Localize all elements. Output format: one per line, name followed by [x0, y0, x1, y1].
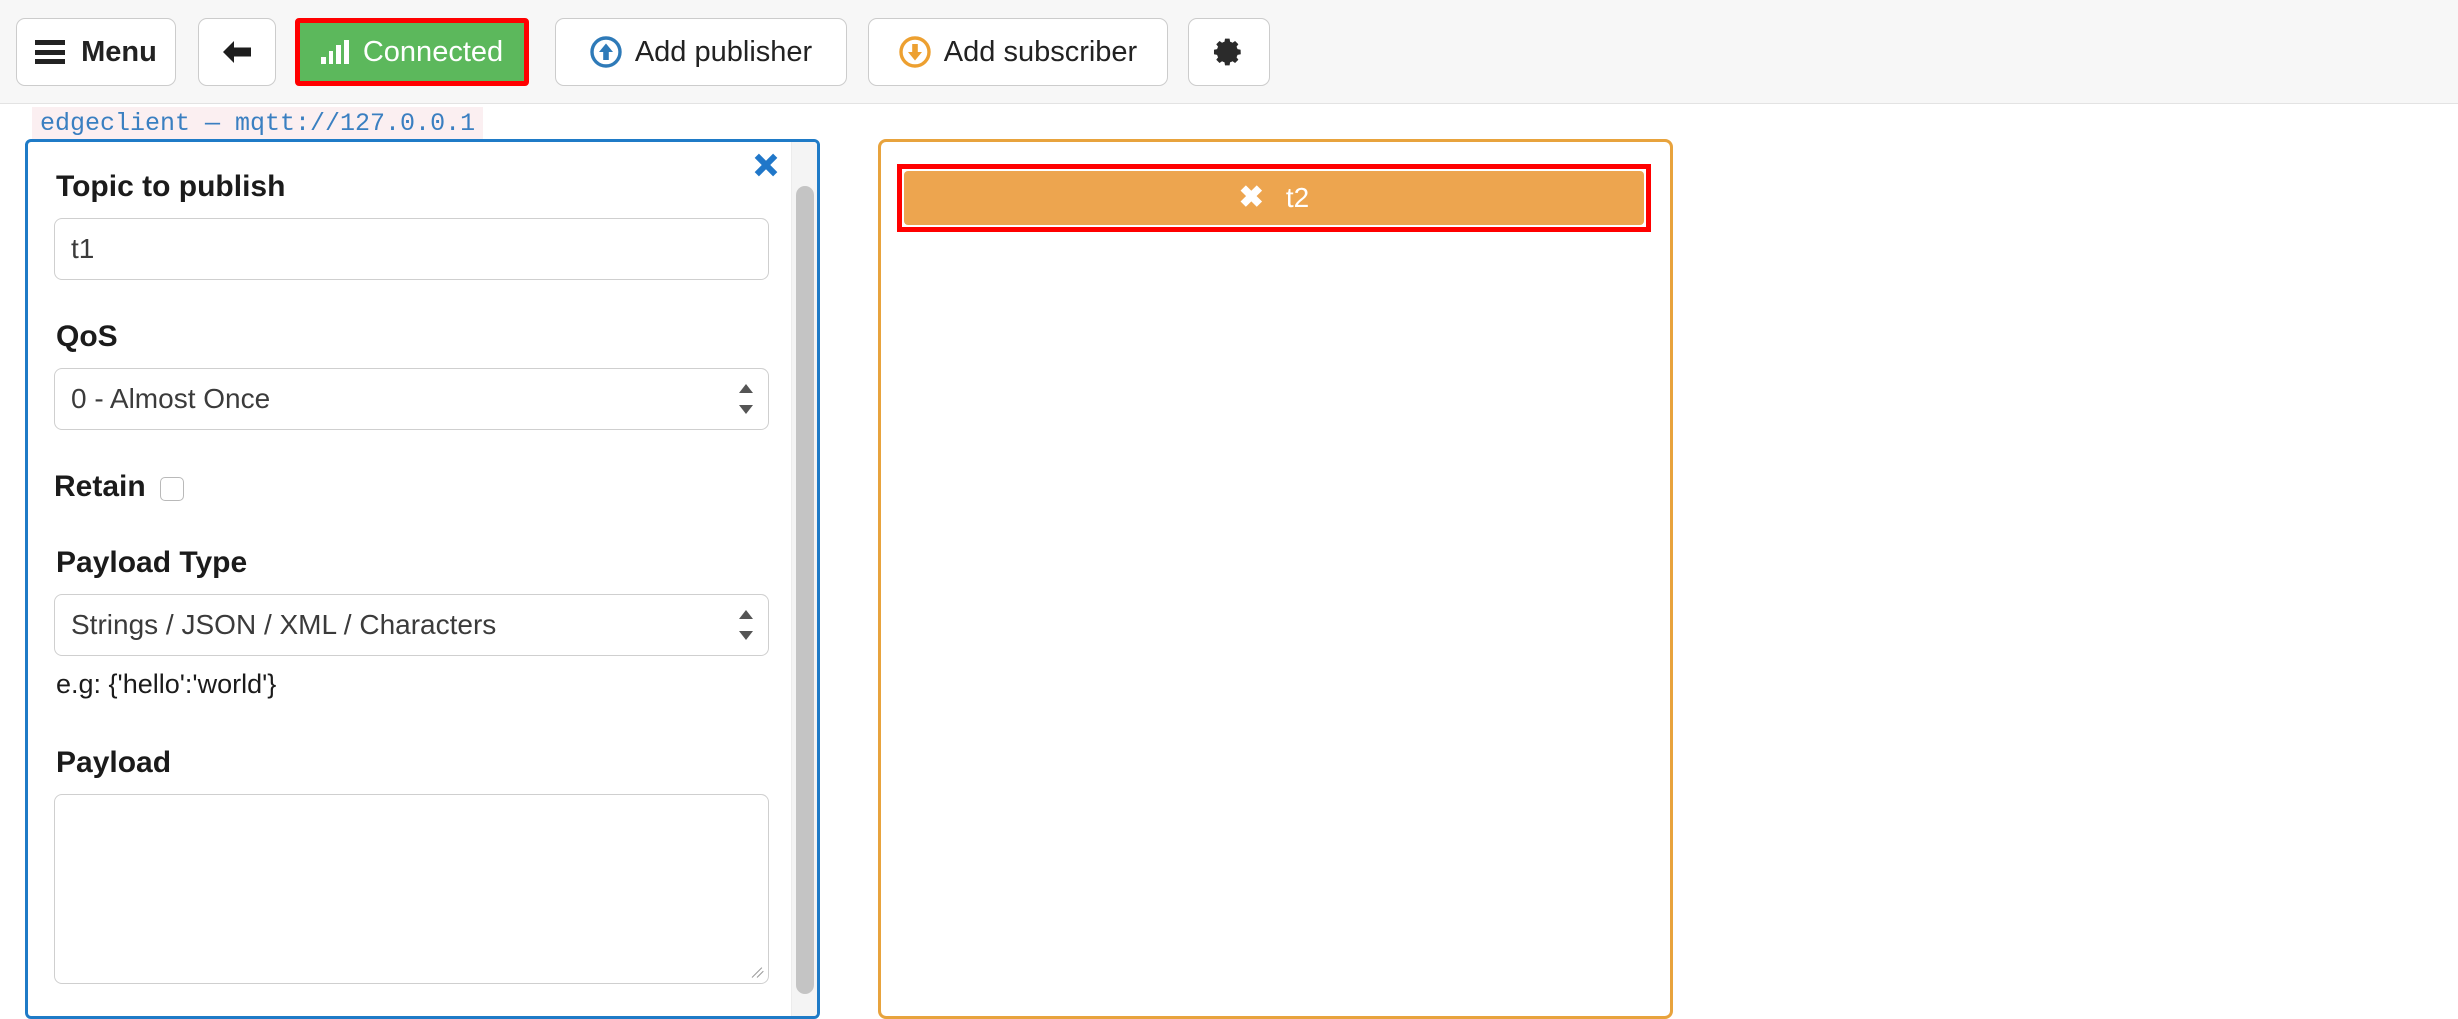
payload-type-hint: e.g: {'hello':'world'} [56, 669, 277, 699]
publisher-panel: Topic to publish QoS 0 - Almost Once Ret… [25, 139, 820, 1019]
subscriber-topic-highlight: ✖ t2 [897, 164, 1651, 232]
chevron-updown-icon [739, 609, 753, 641]
signal-bars-icon [320, 40, 349, 64]
retain-checkbox[interactable] [159, 477, 184, 501]
gear-icon [1213, 38, 1241, 66]
topic-field-group: Topic to publish [54, 170, 769, 280]
resize-handle-icon [751, 966, 765, 980]
qos-field-group: QoS 0 - Almost Once [54, 320, 769, 430]
add-subscriber-button[interactable]: Add subscriber [868, 18, 1168, 86]
payload-type-select-value: Strings / JSON / XML / Characters [71, 609, 497, 640]
add-publisher-label: Add publisher [634, 35, 813, 68]
connection-uri-label: edgeclient — mqtt://127.0.0.1 [32, 107, 484, 142]
payload-type-select[interactable]: Strings / JSON / XML / Characters [54, 594, 769, 656]
menu-button[interactable]: Menu [16, 18, 176, 86]
retain-label: Retain [54, 470, 146, 503]
publisher-scrollbar-thumb[interactable] [796, 186, 814, 994]
qos-label: QoS [56, 320, 118, 353]
subscriber-topic-label: t2 [1285, 182, 1310, 213]
connection-status-label: Connected [362, 35, 504, 68]
arrow-left-icon [223, 41, 251, 63]
hamburger-icon [35, 40, 66, 64]
qos-select[interactable]: 0 - Almost Once [54, 368, 769, 430]
close-icon[interactable] [749, 148, 783, 182]
payload-textarea[interactable] [54, 794, 769, 984]
topic-label: Topic to publish [56, 170, 286, 203]
topic-input[interactable] [54, 218, 769, 280]
qos-select-value: 0 - Almost Once [71, 383, 271, 414]
retain-field-group: Retain [54, 470, 768, 504]
toolbar: Menu Connected Add publisher Add subscri… [0, 0, 2458, 104]
payload-field-group: Payload [54, 746, 769, 984]
subscriber-topic-item[interactable]: ✖ t2 [904, 171, 1644, 225]
back-button[interactable] [198, 18, 276, 86]
subscriber-panel: ✖ t2 [878, 139, 1673, 1019]
chevron-updown-icon [739, 383, 753, 415]
publisher-scrollbar-track[interactable] [791, 142, 817, 1016]
circle-arrow-down-icon [899, 36, 931, 68]
menu-button-label: Menu [81, 35, 157, 68]
circle-arrow-up-icon [590, 36, 622, 68]
add-publisher-button[interactable]: Add publisher [555, 18, 847, 86]
payload-label: Payload [56, 746, 172, 779]
payload-type-label: Payload Type [56, 546, 248, 579]
publisher-form: Topic to publish QoS 0 - Almost Once Ret… [28, 142, 796, 1016]
connection-status-button[interactable]: Connected [295, 18, 529, 86]
payload-type-field-group: Payload Type Strings / JSON / XML / Char… [54, 546, 769, 700]
close-icon[interactable]: ✖ [1239, 183, 1264, 213]
add-subscriber-label: Add subscriber [943, 35, 1138, 68]
settings-button[interactable] [1188, 18, 1270, 86]
